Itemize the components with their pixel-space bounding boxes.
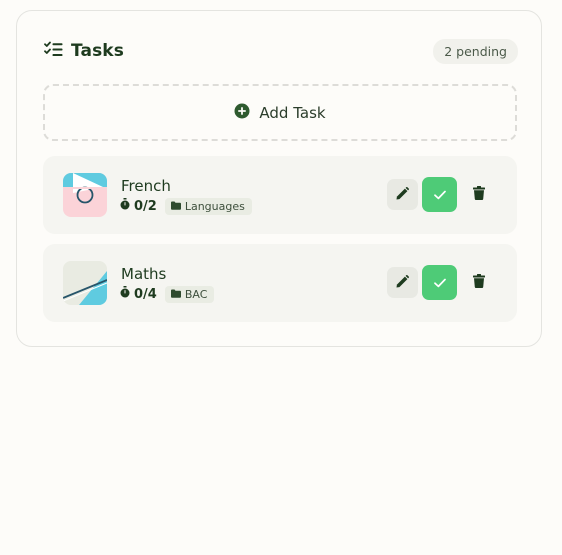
add-task-button[interactable]: Add Task <box>43 84 517 141</box>
folder-icon <box>170 200 181 213</box>
task-name: Maths <box>121 265 167 283</box>
plus-circle-icon <box>234 103 250 123</box>
task-actions <box>387 177 497 212</box>
tasks-card: Tasks 2 pending Add Task French 0/2 Lang… <box>16 10 542 347</box>
task-item[interactable]: Maths 0/4 BAC <box>43 244 517 322</box>
task-category-label: BAC <box>184 287 208 301</box>
edit-button[interactable] <box>387 179 418 210</box>
task-progress: 0/2 <box>120 198 157 214</box>
pencil-icon <box>396 273 409 292</box>
add-task-label: Add Task <box>259 103 326 122</box>
task-category-tag: Languages <box>164 197 252 215</box>
folder-icon <box>170 288 181 301</box>
task-progress-value: 0/4 <box>134 286 157 302</box>
delete-button[interactable] <box>461 267 497 298</box>
task-category-tag: BAC <box>164 285 215 303</box>
check-icon <box>433 185 446 204</box>
task-progress-value: 0/2 <box>134 198 157 214</box>
tasks-header: Tasks 2 pending <box>44 38 518 64</box>
trash-icon <box>473 273 485 292</box>
checklist-icon <box>44 41 63 62</box>
task-item[interactable]: French 0/2 Languages <box>43 156 517 234</box>
pencil-icon <box>396 185 409 204</box>
task-name: French <box>121 177 171 195</box>
task-actions <box>387 265 497 300</box>
stopwatch-icon <box>120 286 130 302</box>
task-thumbnail <box>63 261 107 305</box>
task-meta: 0/2 Languages <box>120 196 252 216</box>
trash-icon <box>473 185 485 204</box>
complete-button[interactable] <box>422 265 457 300</box>
task-progress: 0/4 <box>120 286 157 302</box>
check-icon <box>433 273 446 292</box>
stopwatch-icon <box>120 198 130 214</box>
task-thumbnail <box>63 173 107 217</box>
pending-count-badge: 2 pending <box>433 38 518 64</box>
complete-button[interactable] <box>422 177 457 212</box>
delete-button[interactable] <box>461 179 497 210</box>
task-meta: 0/4 BAC <box>120 284 215 304</box>
edit-button[interactable] <box>387 267 418 298</box>
title-wrap: Tasks <box>44 41 124 62</box>
task-category-label: Languages <box>184 199 245 213</box>
page-title: Tasks <box>71 41 124 61</box>
